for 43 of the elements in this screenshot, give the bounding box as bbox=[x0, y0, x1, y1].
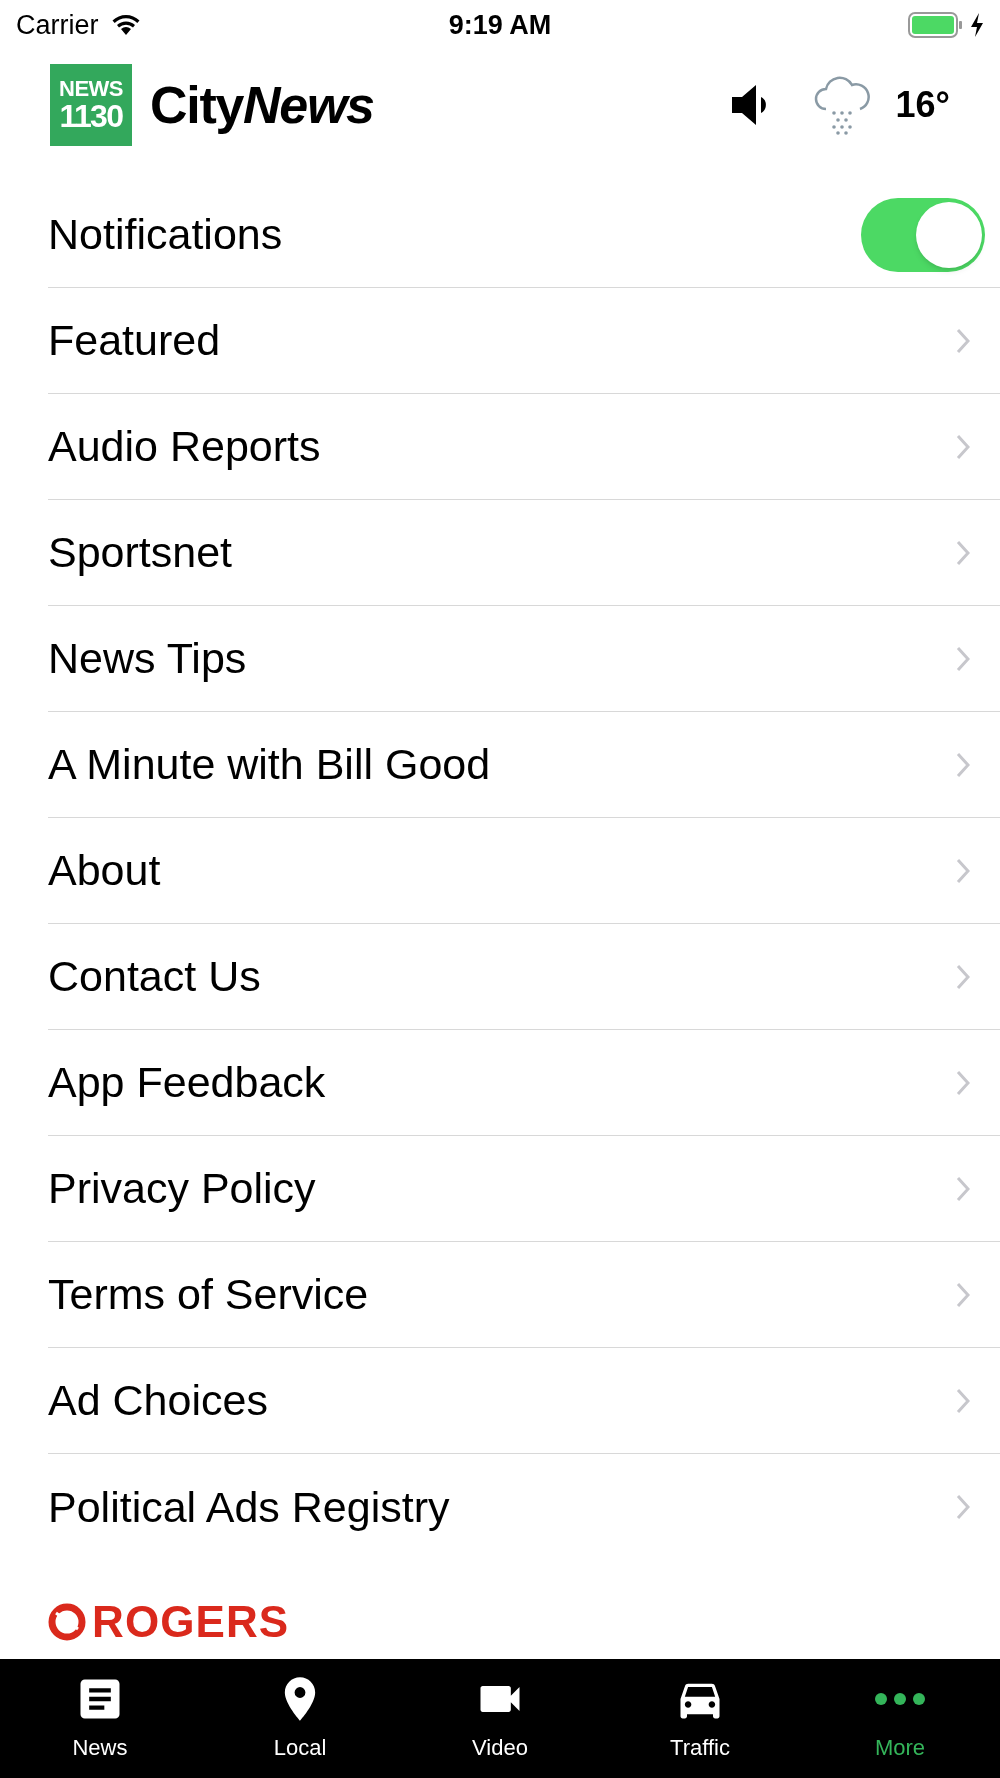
menu-item-label: News Tips bbox=[48, 633, 248, 685]
more-icon bbox=[874, 1692, 926, 1706]
sponsor-logo-text: ROGERS bbox=[92, 1600, 290, 1644]
chevron-right-icon bbox=[956, 539, 970, 566]
tab-bar-item[interactable]: News bbox=[0, 1659, 200, 1778]
chevron-right-icon bbox=[956, 963, 970, 990]
logo-text: 1130 bbox=[59, 100, 123, 132]
menu-item-label: Audio Reports bbox=[48, 421, 322, 473]
menu-item-label: Sportsnet bbox=[48, 527, 234, 579]
menu-item-label: A Minute with Bill Good bbox=[48, 739, 492, 791]
sponsor-logo-icon bbox=[48, 1603, 86, 1641]
brand-logo-text: CityNews bbox=[150, 75, 374, 136]
chevron-right-icon bbox=[956, 857, 970, 884]
menu-item-label: About bbox=[48, 845, 162, 897]
tab-bar-item[interactable]: Traffic bbox=[600, 1659, 800, 1778]
clock-time: 9:19 AM bbox=[448, 8, 552, 42]
menu-item-label: Ad Choices bbox=[48, 1375, 269, 1427]
menu-item-label: Contact Us bbox=[48, 951, 262, 1003]
charging-bolt-icon bbox=[970, 13, 984, 37]
temperature-label: 16° bbox=[895, 83, 950, 127]
chevron-right-icon bbox=[956, 645, 970, 672]
menu-item-label: Political Ads Registry bbox=[48, 1481, 451, 1533]
chevron-right-icon bbox=[956, 1175, 970, 1202]
menu-item-label: App Feedback bbox=[48, 1057, 327, 1109]
logo-text: NEWS bbox=[59, 78, 123, 100]
menu-item-label: Privacy Policy bbox=[48, 1163, 317, 1215]
menu-item-label: Notifications bbox=[48, 209, 284, 261]
tab-bar-item[interactable]: More bbox=[800, 1659, 1000, 1778]
carrier-label: Carrier bbox=[16, 8, 99, 42]
tab-bar-item[interactable]: Video bbox=[400, 1659, 600, 1778]
chevron-right-icon bbox=[956, 327, 970, 354]
menu-item-label: Featured bbox=[48, 315, 222, 367]
tab-bar-item[interactable]: Local bbox=[200, 1659, 400, 1778]
chevron-right-icon bbox=[956, 1494, 970, 1520]
battery-icon bbox=[908, 12, 964, 38]
chevron-right-icon bbox=[956, 751, 970, 778]
chevron-right-icon bbox=[956, 433, 970, 460]
rain-cloud-icon bbox=[813, 75, 870, 135]
wifi-icon bbox=[110, 14, 141, 36]
menu-item-label: Terms of Service bbox=[48, 1269, 370, 1321]
chevron-right-icon bbox=[956, 1281, 970, 1308]
chevron-right-icon bbox=[956, 1387, 970, 1414]
chevron-right-icon bbox=[956, 1069, 970, 1096]
